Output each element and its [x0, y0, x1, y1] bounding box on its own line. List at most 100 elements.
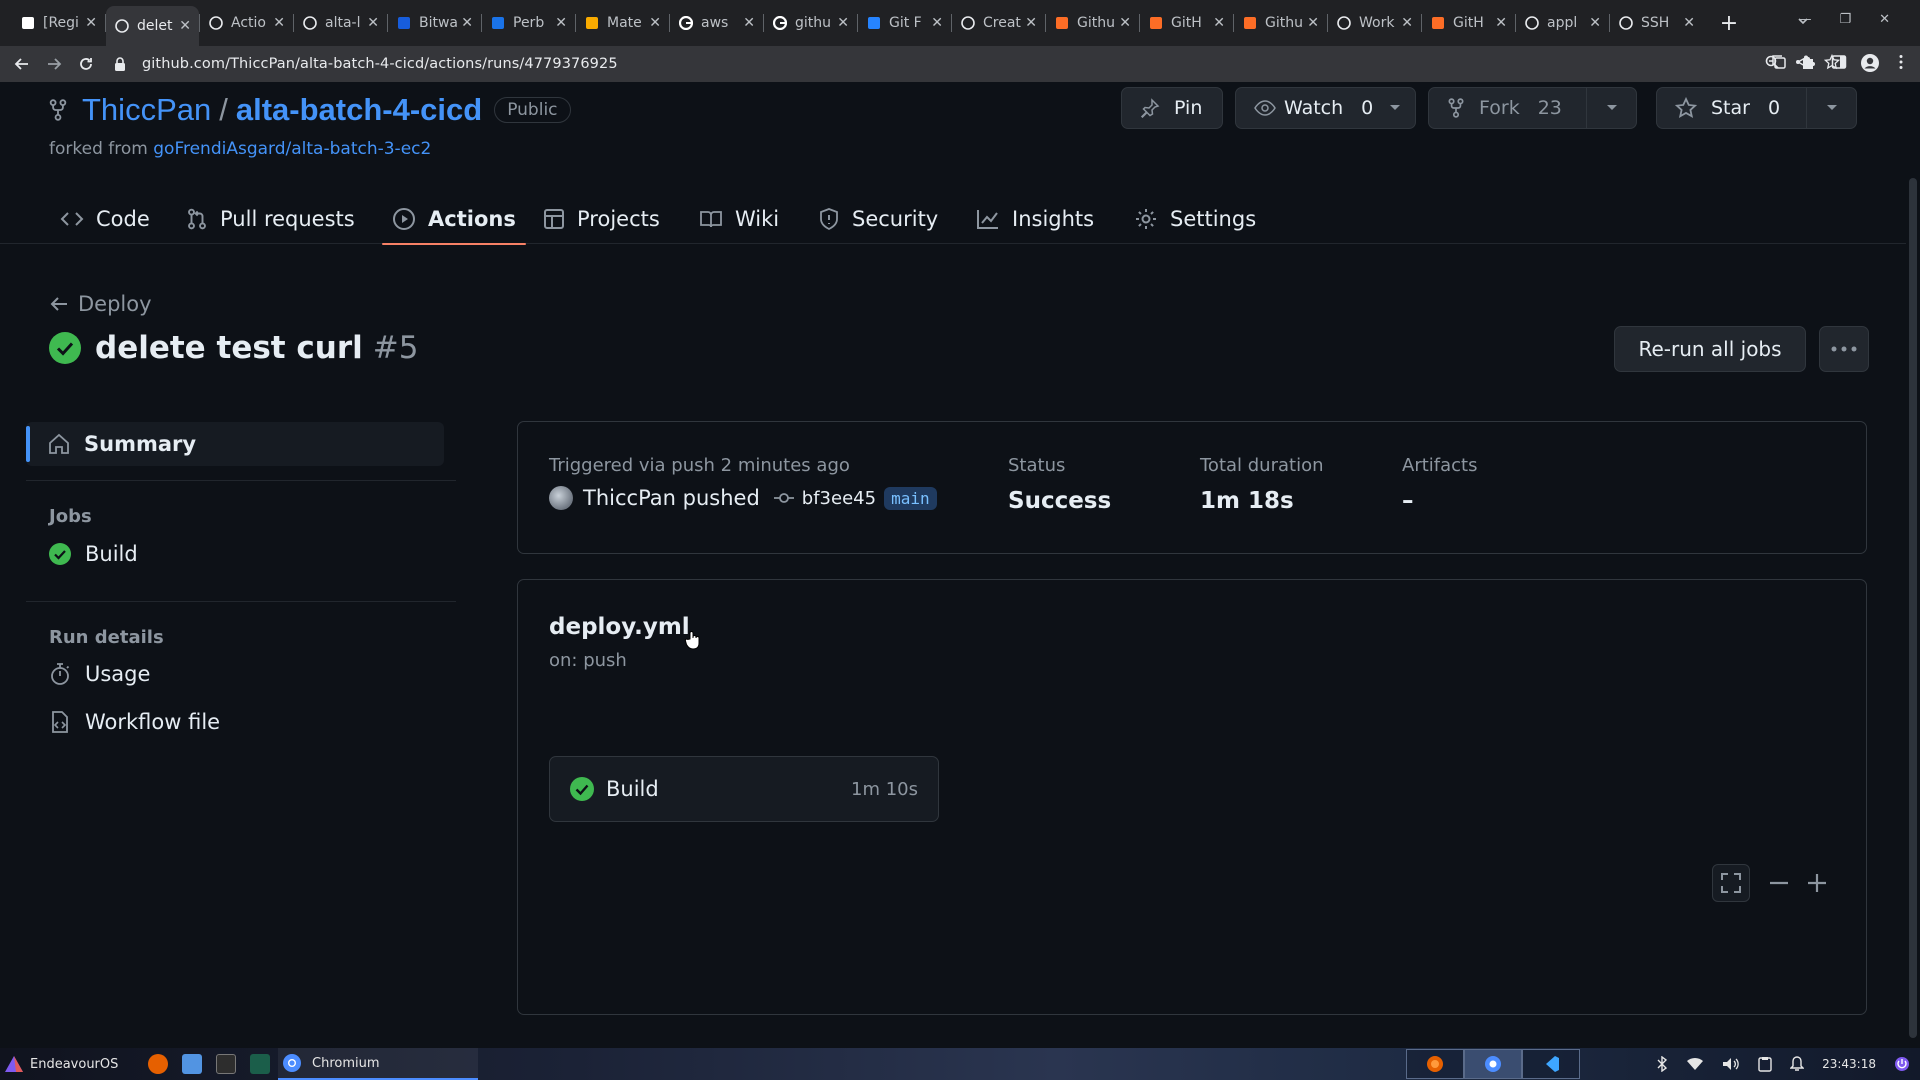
browser-tab[interactable]: Mate ✕ — [576, 6, 669, 40]
browser-tab[interactable]: [Regi ✕ — [12, 6, 105, 40]
vscode-window-icon[interactable] — [1522, 1049, 1580, 1079]
address-bar[interactable]: github.com/ThiccPan/alta-batch-4-cicd/ac… — [112, 50, 1662, 78]
tab-security[interactable]: Security — [818, 194, 938, 244]
browser-tab[interactable]: Actio ✕ — [200, 6, 293, 40]
extensions-puzzle-icon[interactable] — [1800, 53, 1818, 71]
close-tab-icon[interactable]: ✕ — [1589, 15, 1601, 31]
close-tab-icon[interactable]: ✕ — [461, 15, 473, 31]
pin-button[interactable]: Pin — [1121, 87, 1223, 129]
terminal-launcher-icon[interactable] — [216, 1054, 237, 1074]
bluetooth-icon[interactable] — [1656, 1056, 1668, 1072]
browser-tab[interactable]: delet ✕ — [106, 6, 199, 46]
close-tab-icon[interactable]: ✕ — [1683, 15, 1695, 31]
avatar[interactable] — [549, 486, 573, 510]
scrollbar-thumb[interactable] — [1909, 178, 1917, 1038]
close-tab-icon[interactable]: ✕ — [85, 15, 97, 31]
copy-icon[interactable] — [1770, 53, 1788, 71]
minimize-icon[interactable]: — — [1798, 12, 1811, 27]
browser-menu-icon[interactable] — [1892, 53, 1910, 71]
sidebar-item-workflow-file[interactable]: Workflow file — [49, 710, 220, 734]
close-tab-icon[interactable]: ✕ — [1025, 15, 1037, 31]
star-dropdown[interactable] — [1806, 88, 1856, 128]
new-tab-icon[interactable]: + — [1717, 11, 1741, 36]
firefox-launcher-icon[interactable] — [148, 1054, 169, 1074]
browser-tab[interactable]: githu ✕ — [764, 6, 857, 40]
browser-tab[interactable]: Bitwa ✕ — [388, 6, 481, 40]
close-tab-icon[interactable]: ✕ — [1119, 15, 1131, 31]
repo-name-link[interactable]: alta-batch-4-cicd — [236, 92, 482, 128]
profile-icon[interactable] — [1860, 53, 1880, 73]
close-tab-icon[interactable]: ✕ — [1213, 15, 1225, 31]
close-tab-icon[interactable]: ✕ — [367, 15, 379, 31]
close-tab-icon[interactable]: ✕ — [1401, 15, 1413, 31]
close-tab-icon[interactable]: ✕ — [179, 18, 191, 34]
back-icon[interactable] — [6, 49, 38, 79]
browser-tab[interactable]: Work ✕ — [1328, 6, 1421, 40]
reload-icon[interactable] — [70, 49, 102, 79]
tab-pull-requests[interactable]: Pull requests — [186, 194, 355, 244]
job-card-build[interactable]: Build 1m 10s — [549, 756, 939, 822]
power-icon[interactable] — [1894, 1056, 1910, 1072]
taskbar-task-chromium[interactable]: Chromium — [278, 1048, 478, 1080]
tab-settings[interactable]: Settings — [1134, 194, 1256, 244]
chromium-window-icon[interactable] — [1464, 1049, 1522, 1079]
rerun-all-jobs-button[interactable]: Re-run all jobs — [1614, 326, 1806, 372]
wifi-icon[interactable] — [1686, 1057, 1704, 1071]
repo-owner-link[interactable]: ThiccPan — [82, 92, 211, 128]
sidebar-item-usage[interactable]: Usage — [49, 662, 150, 686]
browser-tab[interactable]: GitH ✕ — [1140, 6, 1233, 40]
tab-actions[interactable]: Actions — [382, 194, 526, 245]
watch-button[interactable]: Watch 0 — [1235, 87, 1416, 129]
fork-dropdown[interactable] — [1586, 88, 1636, 128]
tab-projects[interactable]: Projects — [543, 194, 660, 244]
browser-tab[interactable]: Perb ✕ — [482, 6, 575, 40]
browser-tab[interactable]: aws ✕ — [670, 6, 763, 40]
more-options-button[interactable] — [1819, 326, 1869, 372]
restore-icon[interactable]: ❐ — [1839, 12, 1851, 27]
star-button[interactable]: Star 0 — [1657, 88, 1806, 128]
clipboard-icon[interactable] — [1758, 1056, 1772, 1072]
file-manager-launcher-icon[interactable] — [182, 1054, 203, 1074]
start-menu-button[interactable]: EndeavourOS — [4, 1055, 118, 1073]
sidebar-item-summary[interactable]: Summary — [26, 422, 444, 466]
close-tab-icon[interactable]: ✕ — [1307, 15, 1319, 31]
tab-wiki[interactable]: Wiki — [699, 194, 779, 244]
tab-insights[interactable]: Insights — [976, 194, 1094, 244]
browser-tab[interactable]: alta-l ✕ — [294, 6, 387, 40]
zoom-in-button[interactable] — [1798, 864, 1836, 902]
tab-code[interactable]: Code — [60, 194, 150, 244]
workflow-file-name[interactable]: deploy.yml — [549, 614, 690, 640]
browser-tab[interactable]: SSH ✕ — [1610, 6, 1703, 40]
close-tab-icon[interactable]: ✕ — [1495, 15, 1507, 31]
sidebar-item-build[interactable]: Build — [49, 542, 138, 566]
window-controls: — ❐ ✕ — [1798, 12, 1890, 27]
browser-tab[interactable]: GitH ✕ — [1422, 6, 1515, 40]
close-tab-icon[interactable]: ✕ — [743, 15, 755, 31]
commit-sha-link[interactable]: bf3ee45 — [773, 488, 876, 509]
browser-tab[interactable]: Githu ✕ — [1046, 6, 1139, 40]
page-scrollbar[interactable] — [1906, 82, 1920, 1048]
forked-from-link[interactable]: goFrendiAsgard/alta-batch-3-ec2 — [153, 139, 431, 159]
close-tab-icon[interactable]: ✕ — [555, 15, 567, 31]
side-panel-icon[interactable] — [1830, 53, 1848, 71]
browser-tab[interactable]: Githu ✕ — [1234, 6, 1327, 40]
branch-label[interactable]: main — [884, 486, 937, 510]
firefox-window-icon[interactable] — [1406, 1049, 1464, 1079]
notification-bell-icon[interactable] — [1790, 1056, 1805, 1072]
browser-tab[interactable]: appl ✕ — [1516, 6, 1609, 40]
fork-button[interactable]: Fork 23 — [1429, 88, 1586, 128]
fullscreen-button[interactable] — [1712, 864, 1750, 902]
zoom-out-button[interactable] — [1760, 864, 1798, 902]
browser-tab[interactable]: Git F ✕ — [858, 6, 951, 40]
system-monitor-launcher-icon[interactable] — [250, 1054, 271, 1074]
forward-icon[interactable] — [38, 49, 70, 79]
close-tab-icon[interactable]: ✕ — [931, 15, 943, 31]
browser-tab[interactable]: Creat ✕ — [952, 6, 1045, 40]
close-tab-icon[interactable]: ✕ — [649, 15, 661, 31]
back-to-workflow-link[interactable]: Deploy — [50, 292, 152, 316]
close-tab-icon[interactable]: ✕ — [273, 15, 285, 31]
close-window-icon[interactable]: ✕ — [1879, 12, 1890, 27]
volume-icon[interactable] — [1722, 1057, 1740, 1071]
chevron-down-icon[interactable] — [1389, 104, 1401, 112]
close-tab-icon[interactable]: ✕ — [837, 15, 849, 31]
